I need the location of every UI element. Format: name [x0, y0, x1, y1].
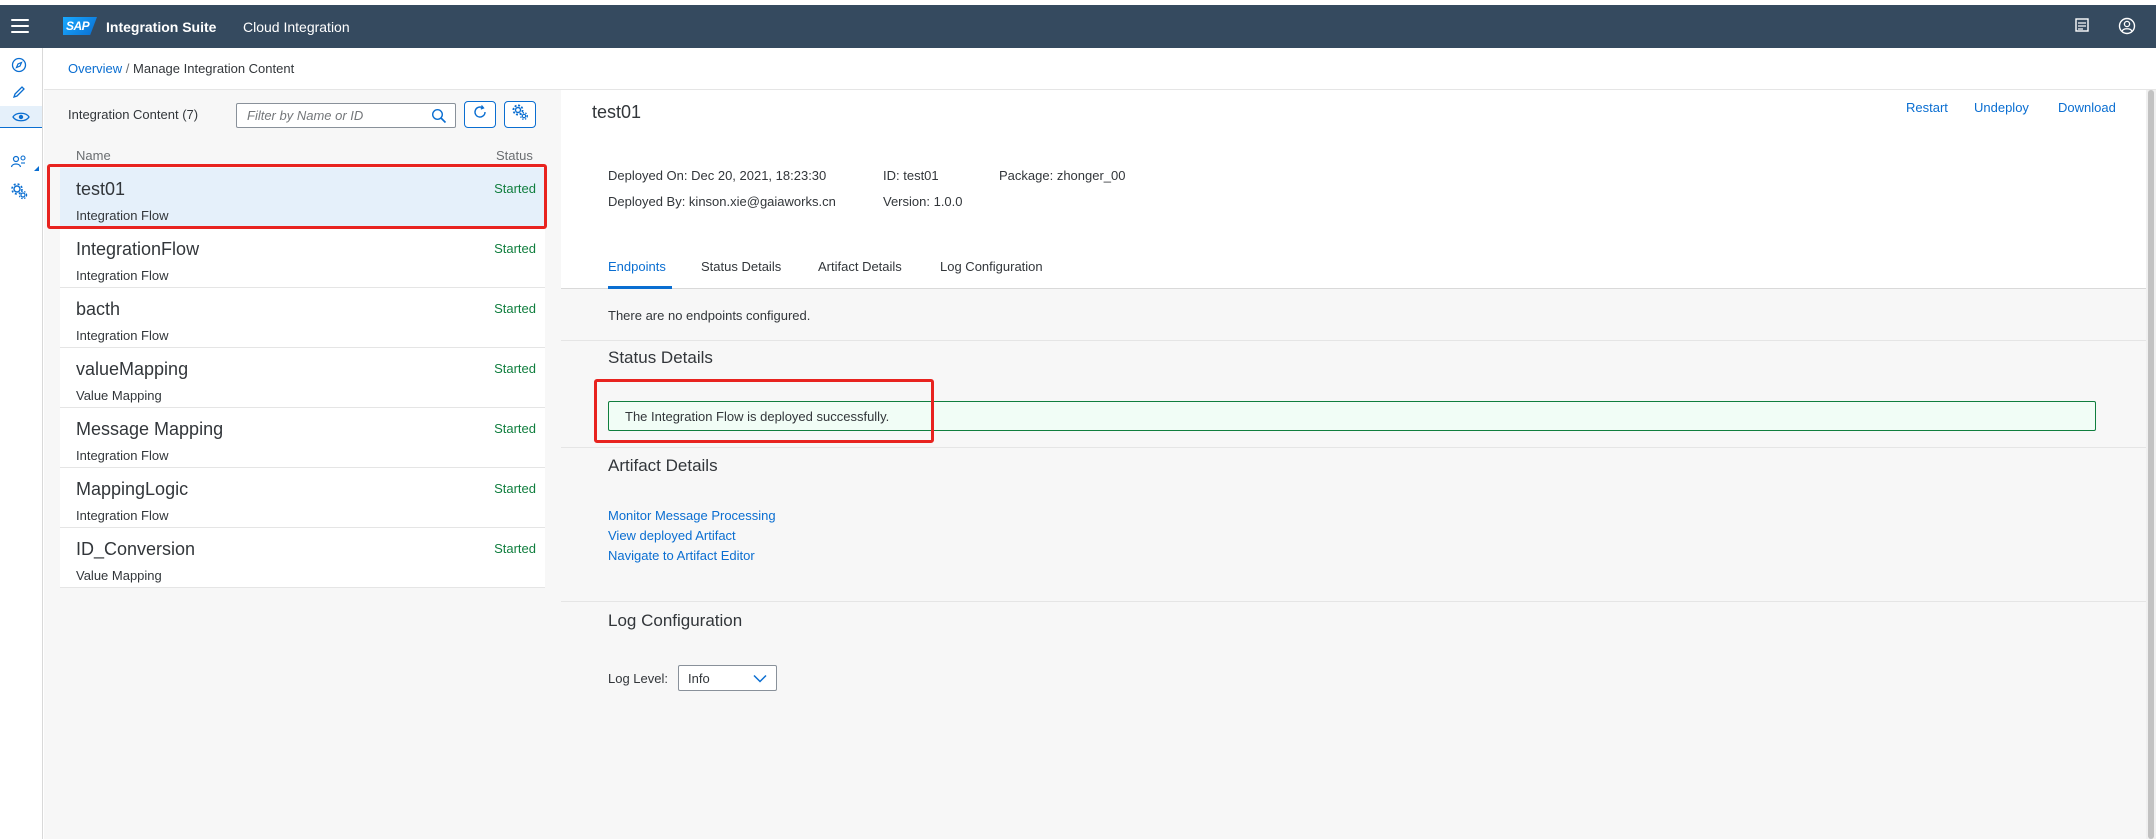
artifact-title: test01 [592, 102, 642, 122]
detail-content [561, 289, 2146, 839]
list-item[interactable]: bacth Integration Flow Started [60, 288, 545, 348]
access-icon[interactable] [8, 151, 30, 173]
item-status: Started [494, 301, 536, 316]
status-message-strip: The Integration Flow is deployed success… [608, 401, 2096, 431]
shell-bar: SAP Integration Suite Cloud Integration [0, 5, 2156, 48]
list-item[interactable]: valueMapping Value Mapping Started [60, 348, 545, 408]
item-type: Integration Flow [76, 508, 169, 523]
notes-icon[interactable] [2074, 17, 2094, 37]
log-level-value: Info [688, 671, 710, 686]
item-name: test01 [76, 179, 126, 199]
item-type: Integration Flow [76, 328, 169, 343]
column-header-name[interactable]: Name [76, 148, 111, 163]
item-type: Value Mapping [76, 388, 162, 403]
design-icon[interactable] [8, 81, 30, 103]
scrollbar-thumb[interactable] [2148, 90, 2154, 839]
section-divider [561, 340, 2146, 341]
list-item[interactable]: test01 Integration Flow Started [60, 168, 545, 228]
deployed-on: Deployed On: Dec 20, 2021, 18:23:30 [608, 168, 827, 183]
item-status: Started [494, 541, 536, 556]
breadcrumb-current: Manage Integration Content [133, 61, 295, 76]
item-name: Message Mapping [76, 419, 224, 439]
gear-icon [511, 103, 529, 126]
restart-button[interactable]: Restart [1906, 100, 1948, 115]
download-button[interactable]: Download [2058, 100, 2116, 115]
log-level-select[interactable]: Info [678, 665, 777, 691]
item-name: valueMapping [76, 359, 189, 379]
product-name[interactable]: Integration Suite [106, 19, 216, 35]
item-name: ID_Conversion [76, 539, 196, 559]
item-status: Started [494, 481, 536, 496]
tab-log-configuration[interactable]: Log Configuration [940, 259, 1043, 274]
list-item[interactable]: MappingLogic Integration Flow Started [60, 468, 545, 528]
page-scrollbar[interactable] [2146, 90, 2156, 839]
item-status: Started [494, 241, 536, 256]
monitor-message-processing-link[interactable]: Monitor Message Processing [608, 508, 776, 523]
list-settings-button[interactable] [504, 101, 536, 128]
section-divider [561, 447, 2146, 448]
list-item[interactable]: Message Mapping Integration Flow Started [60, 408, 545, 468]
menu-icon[interactable] [11, 19, 29, 33]
list-item[interactable]: ID_Conversion Value Mapping Started [60, 528, 545, 588]
search-icon[interactable] [431, 108, 447, 129]
content-list-title: Integration Content (7) [68, 107, 199, 122]
product-subtitle: Cloud Integration [243, 19, 350, 35]
deployed-by: Deployed By: kinson.xie@gaiaworks.cn [608, 194, 836, 209]
item-name: IntegrationFlow [76, 239, 200, 259]
breadcrumb-separator: / [122, 61, 134, 76]
item-status: Started [494, 181, 536, 196]
navigate-to-artifact-editor-link[interactable]: Navigate to Artifact Editor [608, 548, 755, 563]
filter-field[interactable] [236, 103, 456, 128]
log-configuration-title: Log Configuration [608, 611, 743, 630]
settings-icon[interactable] [8, 180, 30, 202]
undeploy-button[interactable]: Undeploy [1974, 100, 2029, 115]
status-details-title: Status Details [608, 348, 713, 367]
artifact-version: Version: 1.0.0 [883, 194, 963, 209]
item-status: Started [494, 361, 536, 376]
item-type: Integration Flow [76, 268, 169, 283]
artifact-details-title: Artifact Details [608, 456, 718, 475]
refresh-button[interactable] [464, 101, 496, 128]
item-type: Integration Flow [76, 208, 169, 223]
tab-endpoints[interactable]: Endpoints [608, 259, 666, 274]
status-message-text: The Integration Flow is deployed success… [625, 409, 890, 424]
item-type: Integration Flow [76, 448, 169, 463]
filter-input[interactable] [237, 104, 417, 127]
package-name: Package: zhonger_00 [999, 168, 1126, 183]
refresh-icon [472, 104, 488, 125]
item-name: MappingLogic [76, 479, 189, 499]
tab-artifact-details[interactable]: Artifact Details [818, 259, 902, 274]
log-level-label: Log Level: [608, 671, 668, 686]
expand-indicator-icon [34, 166, 39, 171]
user-icon[interactable] [2118, 17, 2138, 37]
endpoints-message: There are no endpoints configured. [608, 308, 811, 323]
monitor-icon[interactable] [0, 106, 42, 128]
column-header-status[interactable]: Status [496, 148, 533, 163]
list-item[interactable]: IntegrationFlow Integration Flow Started [60, 228, 545, 288]
breadcrumb: Overview / Manage Integration Content [68, 61, 294, 76]
content-list: test01 Integration Flow Started Integrat… [60, 168, 545, 588]
discover-icon[interactable] [8, 54, 30, 76]
sap-logo[interactable]: SAP [63, 17, 97, 35]
item-name: bacth [76, 299, 121, 319]
item-type: Value Mapping [76, 568, 162, 583]
section-divider [561, 601, 2146, 602]
breadcrumb-overview-link[interactable]: Overview [68, 61, 122, 76]
view-deployed-artifact-link[interactable]: View deployed Artifact [608, 528, 736, 543]
tab-status-details[interactable]: Status Details [701, 259, 781, 274]
artifact-id: ID: test01 [883, 168, 939, 183]
side-navigation [0, 48, 43, 839]
chevron-down-icon [753, 674, 767, 683]
item-status: Started [494, 421, 536, 436]
